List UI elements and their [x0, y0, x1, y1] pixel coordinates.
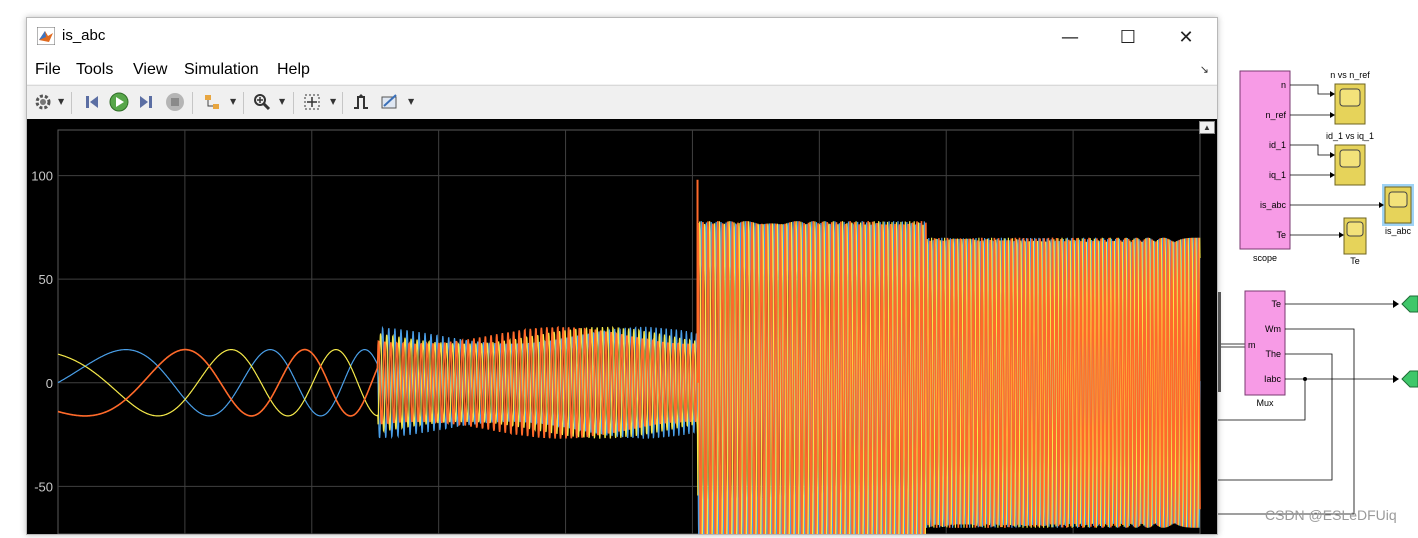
y-tick-label: 50	[39, 272, 53, 287]
scope-block[interactable]	[1239, 70, 1291, 250]
mux-out-iabc: Iabc	[1264, 374, 1282, 384]
mux-input-m: m	[1248, 340, 1256, 350]
close-button[interactable]: ✕	[1157, 18, 1215, 56]
autoscale-icon[interactable]	[301, 91, 323, 113]
scope-port-n-ref: n_ref	[1265, 110, 1286, 120]
watermark: CSDN @ESLeDFUiq	[1265, 507, 1397, 523]
scope-block-label: scope	[1253, 253, 1277, 263]
scope-port-n: n	[1281, 80, 1286, 90]
mux-out-te: Te	[1271, 299, 1281, 309]
mux-out-wm: Wm	[1265, 324, 1281, 334]
stop-icon[interactable]	[164, 91, 186, 113]
maximize-axes-button[interactable]: ▲	[1199, 121, 1215, 134]
scope-port-iq-1: iq_1	[1269, 170, 1286, 180]
menu-view[interactable]: View	[133, 61, 167, 79]
mux-block-label: Mux	[1256, 398, 1274, 408]
y-tick-label: 100	[31, 169, 53, 184]
zoom-dropdown-icon[interactable]: ▼	[279, 97, 285, 106]
zoom-icon[interactable]	[251, 91, 273, 113]
scope-nvsnref-label: n vs n_ref	[1330, 70, 1370, 80]
highlight-icon[interactable]	[201, 91, 223, 113]
maximize-button[interactable]: ☐	[1099, 18, 1157, 56]
window-title: is_abc	[62, 27, 106, 44]
scope-port-is-abc: is_abc	[1260, 200, 1287, 210]
goto-iabc-tag[interactable]	[1401, 370, 1418, 388]
menu-tools[interactable]: Tools	[76, 61, 113, 79]
y-tick-label: -50	[34, 479, 53, 494]
mux-out-the: The	[1265, 349, 1281, 359]
menu-bar: File Tools View Simulation Help ↘	[27, 56, 1217, 84]
run-icon[interactable]	[108, 91, 130, 113]
menu-help[interactable]: Help	[277, 61, 310, 79]
autoscale-dropdown-icon[interactable]: ▼	[330, 97, 336, 106]
goto-te-tag[interactable]	[1401, 295, 1418, 313]
triggers-icon[interactable]	[350, 91, 372, 113]
simulink-diagram: n n_ref id_1 iq_1 is_abc Te scope n vs n…	[1216, 0, 1418, 533]
scope-window: is_abc — ☐ ✕ File Tools View Simulation …	[26, 17, 1218, 535]
scope-port-id-1: id_1	[1269, 140, 1286, 150]
scope-port-te: Te	[1276, 230, 1286, 240]
maximize-icon: ☐	[1119, 26, 1137, 48]
expand-icon: ▲	[1203, 123, 1211, 132]
scope-idiq-label: id_1 vs iq_1	[1326, 131, 1374, 141]
gear-icon[interactable]	[32, 91, 54, 113]
scope-isabc-label: is_abc	[1385, 226, 1412, 236]
close-icon: ✕	[1178, 26, 1194, 48]
plot-area[interactable]: 100 50 0 -50	[27, 119, 1217, 534]
menu-file[interactable]: File	[35, 61, 61, 79]
undock-icon[interactable]: ↘	[1200, 63, 1209, 76]
measurements-icon[interactable]	[379, 91, 401, 113]
title-bar[interactable]: is_abc — ☐ ✕	[27, 18, 1217, 56]
minimize-button[interactable]: —	[1041, 18, 1099, 56]
minimize-icon: —	[1061, 26, 1079, 48]
plot-canvas: 100 50 0 -50	[31, 129, 1201, 534]
scope-te-label: Te	[1350, 256, 1360, 266]
step-back-icon[interactable]	[80, 91, 102, 113]
highlight-dropdown-icon[interactable]: ▼	[230, 97, 236, 106]
y-tick-label: 0	[46, 376, 53, 391]
toolbar: ▼ ▼ ▼ ▼ ▼	[27, 85, 1217, 120]
measurements-dropdown-icon[interactable]: ▼	[408, 97, 414, 106]
step-forward-icon[interactable]	[136, 91, 158, 113]
matlab-icon	[36, 26, 56, 46]
gear-dropdown-icon[interactable]: ▼	[58, 97, 64, 106]
menu-simulation[interactable]: Simulation	[184, 61, 259, 79]
